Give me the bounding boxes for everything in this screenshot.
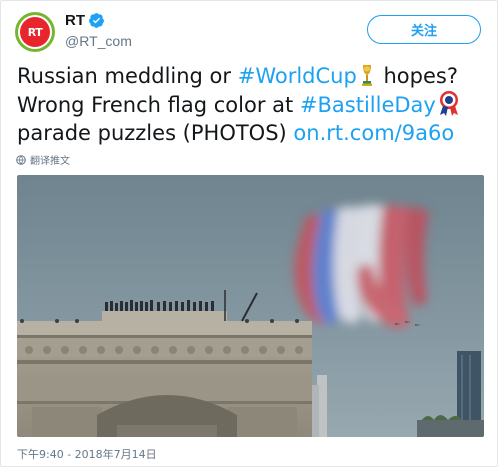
- avatar-ring: RT: [18, 15, 52, 49]
- translate-label: 翻译推文: [30, 156, 70, 167]
- tweet-text: Russian meddling or #WorldCup hopes? Wro…: [17, 62, 487, 147]
- rt-logo: RT: [20, 17, 50, 47]
- tweet-text-part: hopes?: [376, 64, 458, 88]
- world-cup-trophy-icon: [361, 65, 372, 86]
- tweet-text-part: parade puzzles (PHOTOS): [17, 121, 294, 145]
- photo-scene: [17, 175, 484, 437]
- display-name[interactable]: RT: [65, 12, 85, 29]
- avatar[interactable]: RT: [15, 12, 55, 52]
- cockade-rosette-icon: [439, 91, 458, 116]
- tweet-text-part: Russian meddling or: [17, 64, 238, 88]
- tweet-timestamp[interactable]: 下午9:40 - 2018年7月14日: [17, 446, 157, 462]
- translate-tweet-button[interactable]: 翻译推文: [16, 152, 70, 167]
- follow-button[interactable]: 关注: [367, 15, 481, 44]
- verified-badge-icon: [89, 13, 104, 28]
- user-handle[interactable]: @RT_com: [65, 33, 132, 49]
- tweet-photo[interactable]: [17, 175, 484, 437]
- hashtag-link-bastilleday[interactable]: #BastilleDay: [300, 93, 436, 117]
- globe-icon: [16, 154, 26, 165]
- tweet-text-part: Wrong French flag color at: [17, 93, 300, 117]
- short-url-link[interactable]: on.rt.com/9a6o: [293, 121, 454, 145]
- hashtag-link-worldcup[interactable]: #WorldCup: [238, 64, 357, 88]
